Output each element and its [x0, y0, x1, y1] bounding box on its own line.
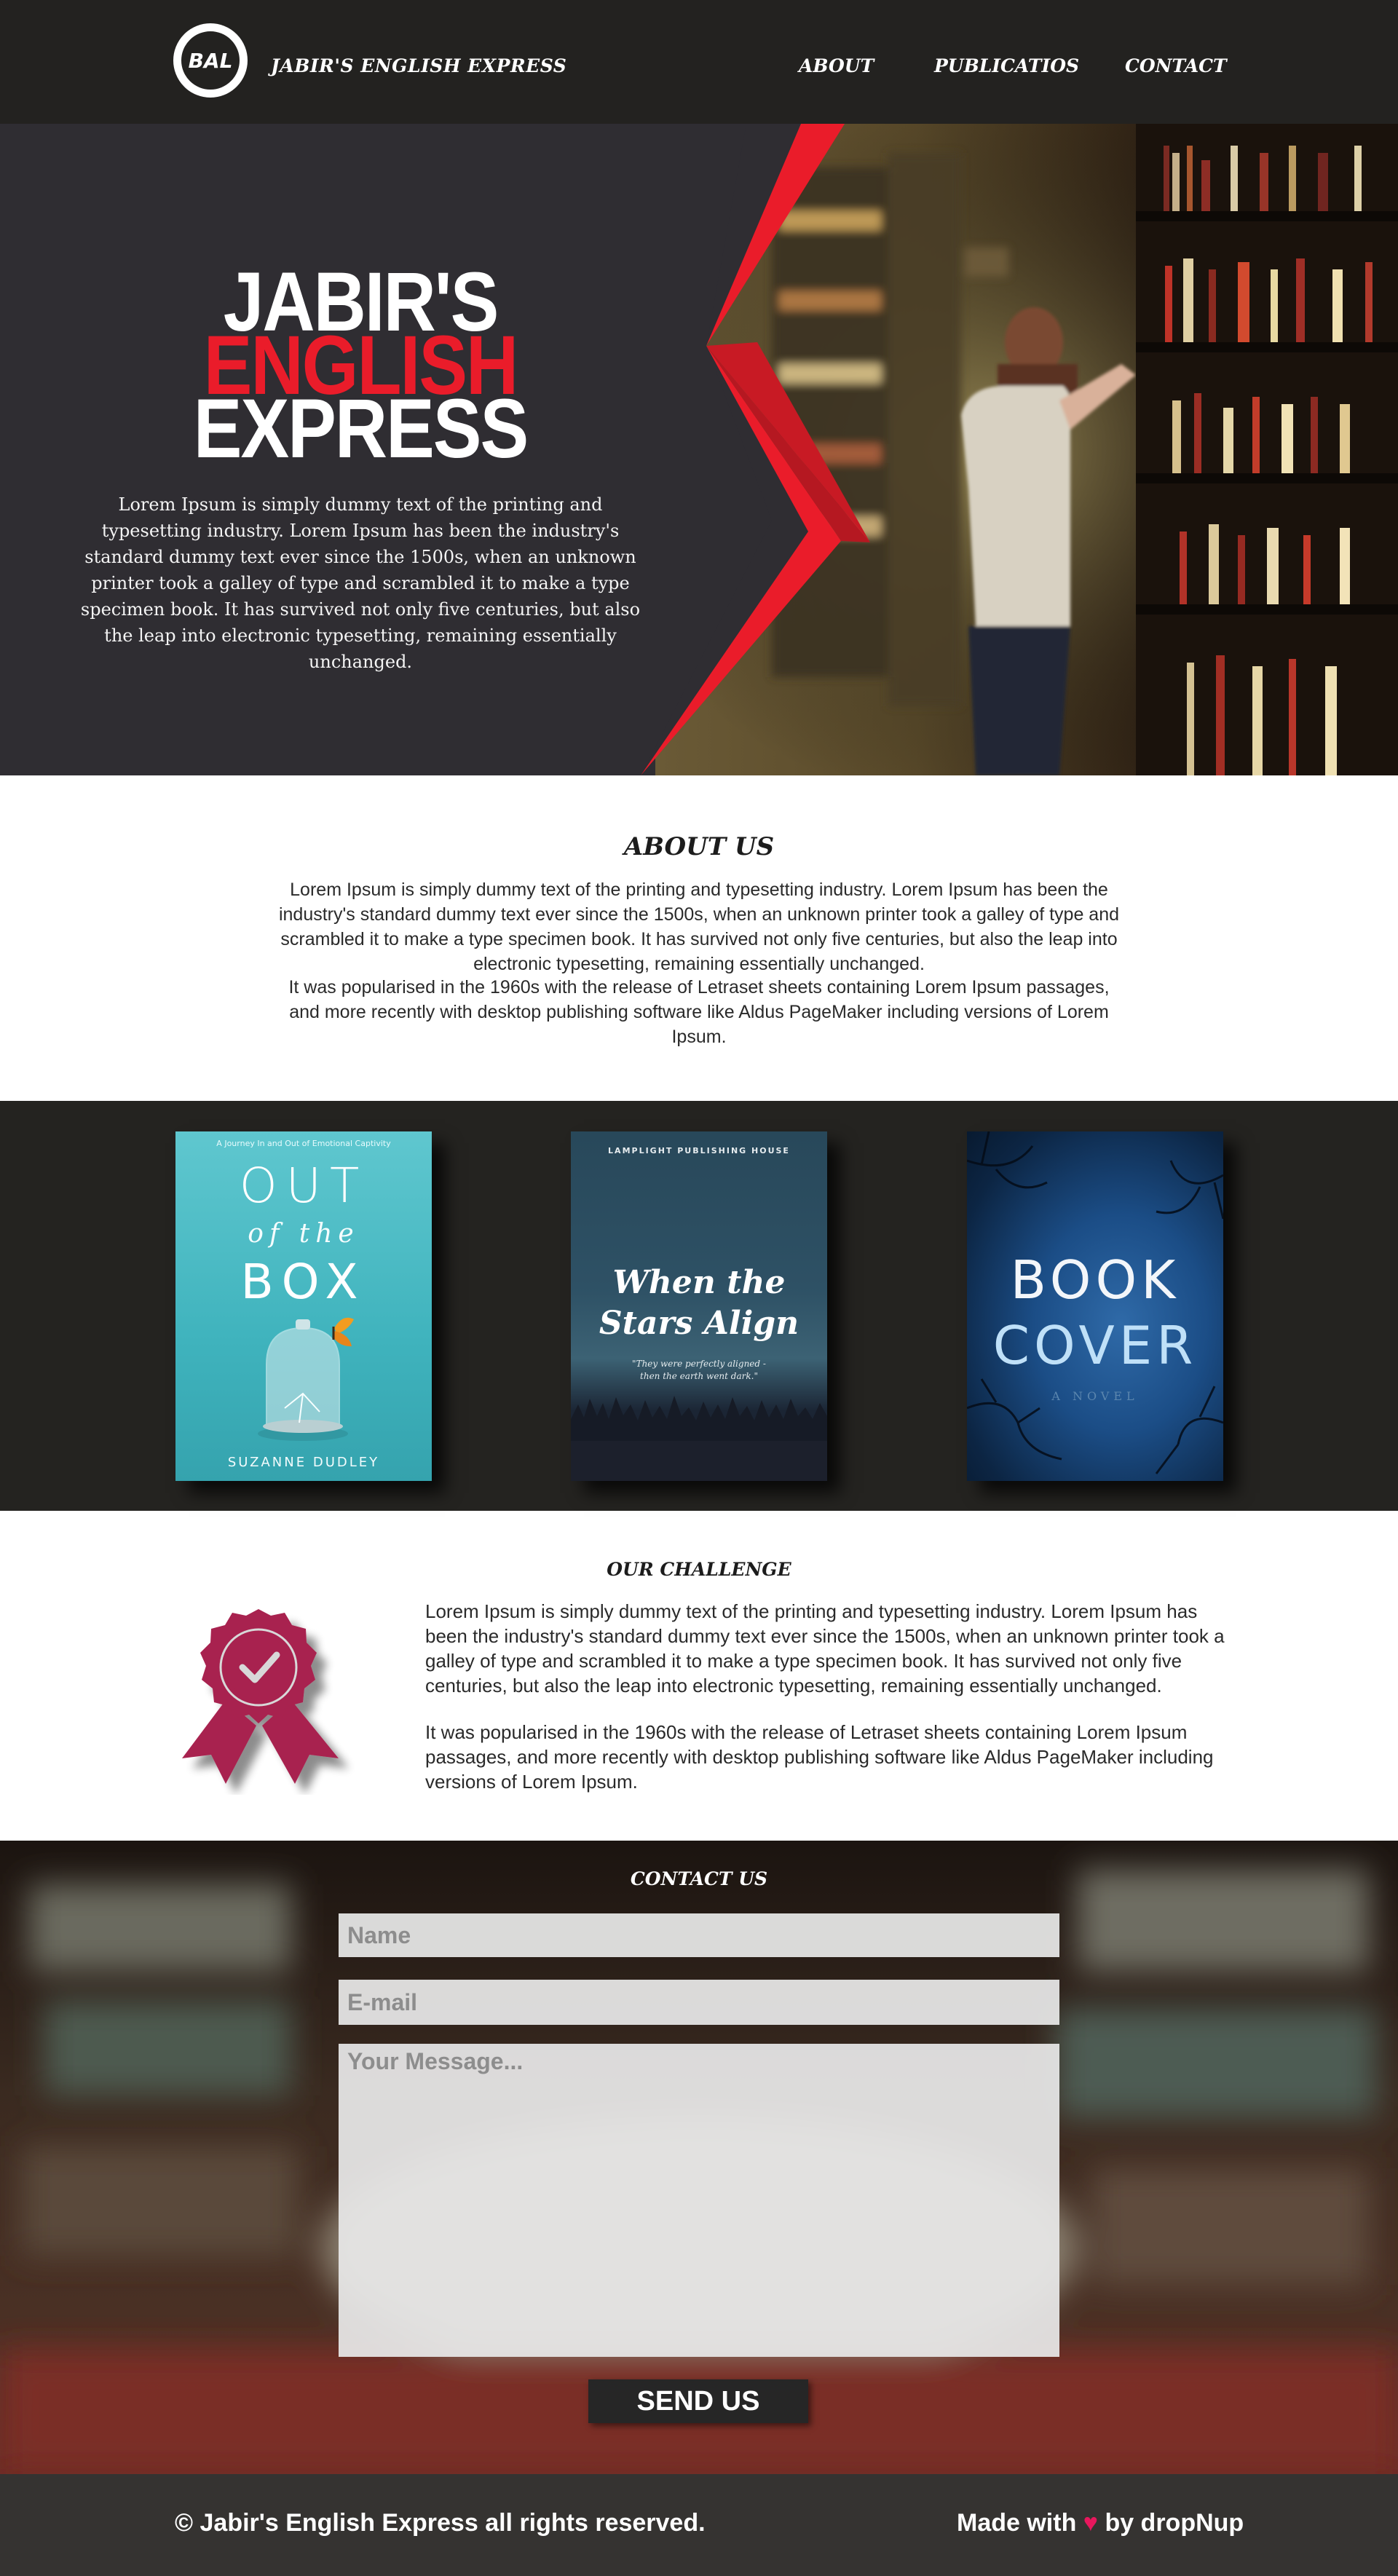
book2-title-top: When the	[612, 1264, 786, 1301]
publications-section: A Journey In and Out of Emotional Captiv…	[0, 1101, 1398, 1511]
name-input[interactable]	[339, 1913, 1059, 1957]
message-textarea[interactable]	[339, 2044, 1059, 2357]
logo-text: BAL	[188, 48, 233, 73]
contact-heading: CONTACT US	[630, 1868, 768, 1889]
hero-title-line3: EXPRESS	[193, 382, 529, 476]
book2-quote-line1: "They were perfectly aligned -	[632, 1359, 766, 1369]
bell-jar-icon	[258, 1317, 354, 1441]
book-cover-out-of-the-box[interactable]: A Journey In and Out of Emotional Captiv…	[175, 1131, 432, 1481]
book3-title-bottom: COVER	[992, 1315, 1198, 1376]
book1-title-bottom: BOX	[240, 1254, 367, 1310]
nav-publications[interactable]: PUBLICATIOS	[934, 55, 1079, 76]
award-ribbon-icon	[182, 1609, 339, 1784]
about-paragraph-1: Lorem Ipsum is simply dummy text of the …	[278, 880, 1120, 974]
book1-author: SUZANNE DUDLEY	[227, 1455, 380, 1470]
brand-name[interactable]: JABIR'S ENGLISH EXPRESS	[271, 55, 566, 76]
hero-description: Lorem Ipsum is simply dummy text of the …	[80, 494, 641, 672]
logo-badge[interactable]: BAL	[173, 23, 248, 98]
copyright-text: © Jabir's English Express all rights res…	[175, 2509, 706, 2537]
credits: Made with ♥ by dropNup	[957, 2509, 1244, 2537]
challenge-heading: OUR CHALLENGE	[607, 1559, 791, 1580]
book1-tagline: A Journey In and Out of Emotional Captiv…	[216, 1139, 391, 1148]
challenge-paragraph-2: It was popularised in the 1960s with the…	[425, 1721, 1214, 1793]
nav-about[interactable]: ABOUT	[799, 55, 874, 76]
hero-section: JABIR'S ENGLISH EXPRESS Lorem Ipsum is s…	[0, 124, 1398, 775]
book1-title-top: OUT	[239, 1158, 368, 1214]
book3-subtitle: A NOVEL	[1051, 1389, 1139, 1403]
heart-icon: ♥	[1083, 2509, 1098, 2537]
treeline-icon	[571, 1396, 827, 1441]
site-header: BAL JABIR'S ENGLISH EXPRESS ABOUT PUBLIC…	[0, 0, 1398, 124]
email-input[interactable]	[339, 1980, 1059, 2025]
send-button[interactable]: SEND US	[588, 2379, 808, 2423]
book2-publisher: LAMPLIGHT PUBLISHING HOUSE	[608, 1146, 790, 1155]
book2-ground	[571, 1441, 827, 1481]
book3-title-top: BOOK	[1010, 1249, 1180, 1311]
credits-by-link[interactable]: by dropNup	[1105, 2509, 1244, 2537]
book2-title-bottom: Stars Align	[599, 1305, 799, 1342]
site-footer: © Jabir's English Express all rights res…	[0, 2474, 1398, 2576]
book2-quote-line2: then the earth went dark."	[640, 1371, 758, 1381]
made-with-text: Made with	[957, 2509, 1077, 2537]
book-cover-when-the-stars-align[interactable]: LAMPLIGHT PUBLISHING HOUSE When the Star…	[571, 1131, 827, 1481]
challenge-paragraph-1: Lorem Ipsum is simply dummy text of the …	[425, 1600, 1225, 1696]
about-heading: ABOUT US	[623, 832, 775, 861]
book-cover-book-cover[interactable]: BOOK COVER A NOVEL	[967, 1131, 1223, 1481]
contact-section: CONTACT US SEND US	[0, 1841, 1398, 2474]
about-paragraph-2: It was popularised in the 1960s with the…	[288, 977, 1110, 1047]
book1-title-mid: of the	[248, 1219, 360, 1249]
nav-contact[interactable]: CONTACT	[1125, 55, 1227, 76]
